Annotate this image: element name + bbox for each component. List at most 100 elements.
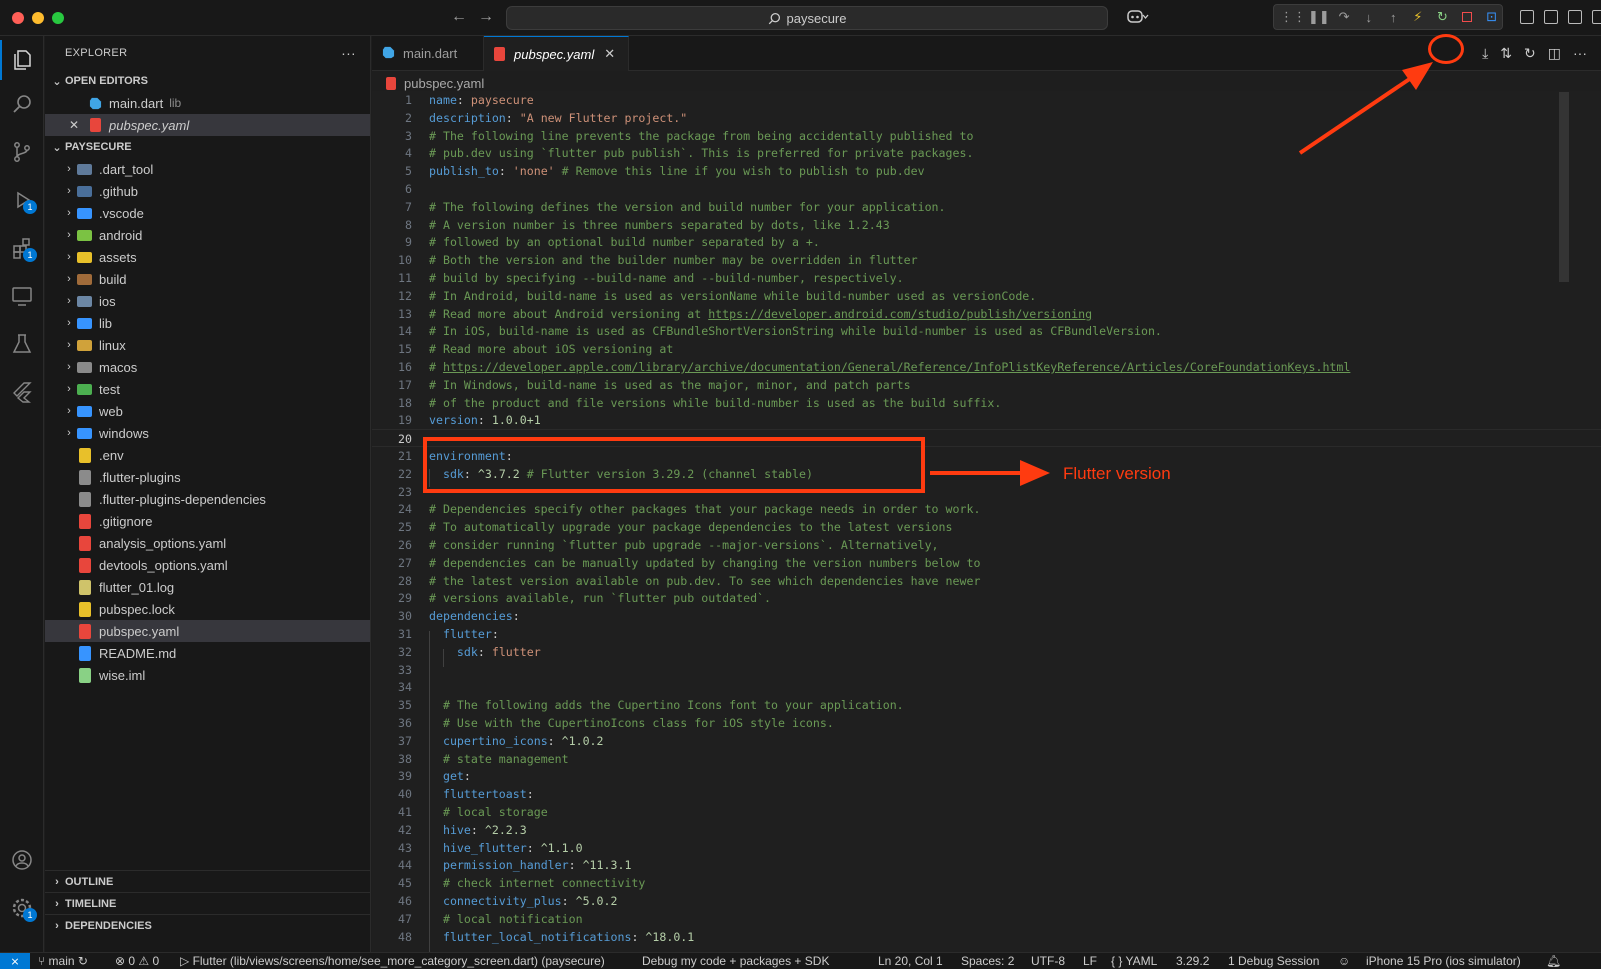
forward-arrow-icon[interactable]: → xyxy=(478,8,494,26)
code-line[interactable]: 14 # In iOS, build-name is used as CFBund… xyxy=(372,322,1601,340)
code-line[interactable]: 19 version: 1.0.0+1 xyxy=(372,411,1601,429)
code-line[interactable]: 42 hive: ^2.2.3 xyxy=(372,821,1601,839)
indentation[interactable]: Spaces: 2 xyxy=(961,953,1014,969)
code-line[interactable]: 15 # Read more about iOS versioning at xyxy=(372,340,1601,358)
open-editor-main-dart[interactable]: main.dart lib xyxy=(45,92,370,114)
file-item[interactable]: .env xyxy=(45,444,370,466)
code-line[interactable]: 39 get: xyxy=(372,767,1601,785)
customize-layout-icon[interactable] xyxy=(1592,10,1601,24)
explorer-more-actions[interactable]: ··· xyxy=(341,45,356,61)
accounts-icon[interactable] xyxy=(0,840,44,880)
file-item[interactable]: wise.iml xyxy=(45,664,370,686)
code-line[interactable]: 27 # dependencies can be manually updated… xyxy=(372,554,1601,572)
remote-indicator[interactable]: ⨯ xyxy=(0,953,30,969)
file-item[interactable]: .gitignore xyxy=(45,510,370,532)
split-editor-icon[interactable]: ◫ xyxy=(1548,45,1561,62)
code-line[interactable]: 12 # In Android, build-name is used as ve… xyxy=(372,287,1601,305)
code-line[interactable]: 43 hive_flutter: ^1.1.0 xyxy=(372,839,1601,857)
code-line[interactable]: 32 sdk: flutter xyxy=(372,643,1601,661)
dependencies-section[interactable]: › DEPENDENCIES xyxy=(45,915,370,937)
step-over-icon[interactable]: ↷ xyxy=(1334,7,1355,27)
flutter-icon[interactable] xyxy=(0,372,44,412)
folder-item[interactable]: › macos xyxy=(45,356,370,378)
folder-item[interactable]: › ios xyxy=(45,290,370,312)
copilot-icon[interactable] xyxy=(1127,8,1149,27)
encoding[interactable]: UTF-8 xyxy=(1031,953,1065,969)
code-line[interactable]: 8 # A version number is three numbers sep… xyxy=(372,216,1601,234)
pub-get-download-icon[interactable]: ⤓ xyxy=(1482,45,1488,62)
code-line[interactable]: 36 # Use with the CupertinoIcons class f… xyxy=(372,714,1601,732)
folder-item[interactable]: › linux xyxy=(45,334,370,356)
timeline-section[interactable]: › TIMELINE xyxy=(45,893,370,915)
toggle-sidebar-icon[interactable] xyxy=(1520,10,1534,24)
code-line[interactable]: 44 permission_handler: ^11.3.1 xyxy=(372,856,1601,874)
line-ending[interactable]: LF xyxy=(1083,953,1097,969)
more-actions-icon[interactable]: ··· xyxy=(1573,45,1587,62)
file-item[interactable]: .flutter-plugins-dependencies xyxy=(45,488,370,510)
paysecure-section[interactable]: ⌄ PAYSECURE xyxy=(45,136,370,158)
pub-upgrade-icon[interactable]: ⇅ xyxy=(1500,45,1512,62)
toggle-panel-icon[interactable] xyxy=(1544,10,1558,24)
debug-mode[interactable]: Debug my code + packages + SDK xyxy=(642,953,829,969)
folder-item[interactable]: › .github xyxy=(45,180,370,202)
command-center-search[interactable]: paysecure xyxy=(506,6,1108,30)
code-line[interactable]: 35 # The following adds the Cupertino Ic… xyxy=(372,696,1601,714)
devtools-icon[interactable]: ⊡ xyxy=(1481,7,1502,27)
code-line[interactable]: 25 # To automatically upgrade your packag… xyxy=(372,518,1601,536)
open-editor-pubspec-yaml[interactable]: ✕ pubspec.yaml xyxy=(45,114,370,136)
code-line[interactable]: 45 # check internet connectivity xyxy=(372,874,1601,892)
language-mode[interactable]: { } YAML xyxy=(1111,953,1157,969)
code-editor[interactable]: 1 name: paysecure 2 description: "A new Flu… xyxy=(372,91,1601,952)
code-line[interactable]: 33 xyxy=(372,661,1601,679)
tab-pubspec-yaml[interactable]: pubspec.yaml ✕ xyxy=(484,36,629,71)
code-line[interactable]: 29 # versions available, run `flutter pub… xyxy=(372,589,1601,607)
file-item[interactable]: .flutter-plugins xyxy=(45,466,370,488)
device-selector[interactable]: iPhone 15 Pro (ios simulator) xyxy=(1366,953,1521,969)
close-window-button[interactable] xyxy=(12,12,24,24)
code-line[interactable]: 24 # Dependencies specify other packages … xyxy=(372,500,1601,518)
pause-icon[interactable]: ❚❚ xyxy=(1308,7,1330,27)
file-item[interactable]: README.md xyxy=(45,642,370,664)
code-line[interactable]: 40 fluttertoast: xyxy=(372,785,1601,803)
search-icon[interactable] xyxy=(0,84,44,124)
code-line[interactable]: 17 # In Windows, build-name is used as th… xyxy=(372,376,1601,394)
file-item[interactable]: analysis_options.yaml xyxy=(45,532,370,554)
folder-item[interactable]: › web xyxy=(45,400,370,422)
code-line[interactable]: 10 # Both the version and the builder num… xyxy=(372,251,1601,269)
file-item[interactable]: devtools_options.yaml xyxy=(45,554,370,576)
open-editors-section[interactable]: ⌄ OPEN EDITORS xyxy=(45,70,370,92)
code-line[interactable]: 38 # state management xyxy=(372,750,1601,768)
notifications-bell-icon[interactable]: 🔔︎ xyxy=(1546,953,1561,969)
code-line[interactable]: 5 publish_to: 'none' # Remove this line i… xyxy=(372,162,1601,180)
flutter-target[interactable]: ▷ Flutter (lib/views/screens/home/see_mo… xyxy=(180,953,605,969)
cursor-position[interactable]: Ln 20, Col 1 xyxy=(878,953,943,969)
editor-scrollbar[interactable] xyxy=(1559,92,1569,282)
file-item[interactable]: pubspec.lock xyxy=(45,598,370,620)
copilot-status-icon[interactable]: ☺ xyxy=(1338,953,1350,969)
code-line[interactable]: 46 connectivity_plus: ^5.0.2 xyxy=(372,892,1601,910)
hot-reload-icon[interactable]: ⚡ xyxy=(1408,7,1429,27)
stop-icon[interactable] xyxy=(1457,7,1478,27)
close-tab-icon[interactable]: ✕ xyxy=(604,46,615,62)
flutter-sdk-version[interactable]: 3.29.2 xyxy=(1176,953,1209,969)
explorer-icon[interactable] xyxy=(0,40,44,80)
code-line[interactable]: 16 # https://developer.apple.com/library/… xyxy=(372,358,1601,376)
folder-item[interactable]: › .dart_tool xyxy=(45,158,370,180)
folder-item[interactable]: › lib xyxy=(45,312,370,334)
folder-item[interactable]: › build xyxy=(45,268,370,290)
code-line[interactable]: 18 # of the product and file versions whi… xyxy=(372,394,1601,412)
code-line[interactable]: 41 # local storage xyxy=(372,803,1601,821)
extensions-icon[interactable]: 1 xyxy=(0,228,44,268)
tab-main-dart[interactable]: main.dart xyxy=(372,36,484,71)
code-line[interactable]: 31 flutter: xyxy=(372,625,1601,643)
code-line[interactable]: 37 cupertino_icons: ^1.0.2 xyxy=(372,732,1601,750)
code-line[interactable]: 28 # the latest version available on pub.… xyxy=(372,572,1601,590)
folder-item[interactable]: › windows xyxy=(45,422,370,444)
file-item[interactable]: pubspec.yaml xyxy=(45,620,370,642)
code-line[interactable]: 34 xyxy=(372,678,1601,696)
file-item[interactable]: flutter_01.log xyxy=(45,576,370,598)
zoom-window-button[interactable] xyxy=(52,12,64,24)
code-line[interactable]: 47 # local notification xyxy=(372,910,1601,928)
code-line[interactable]: 7 # The following defines the version and… xyxy=(372,198,1601,216)
run-debug-icon[interactable]: 1 xyxy=(0,180,44,220)
